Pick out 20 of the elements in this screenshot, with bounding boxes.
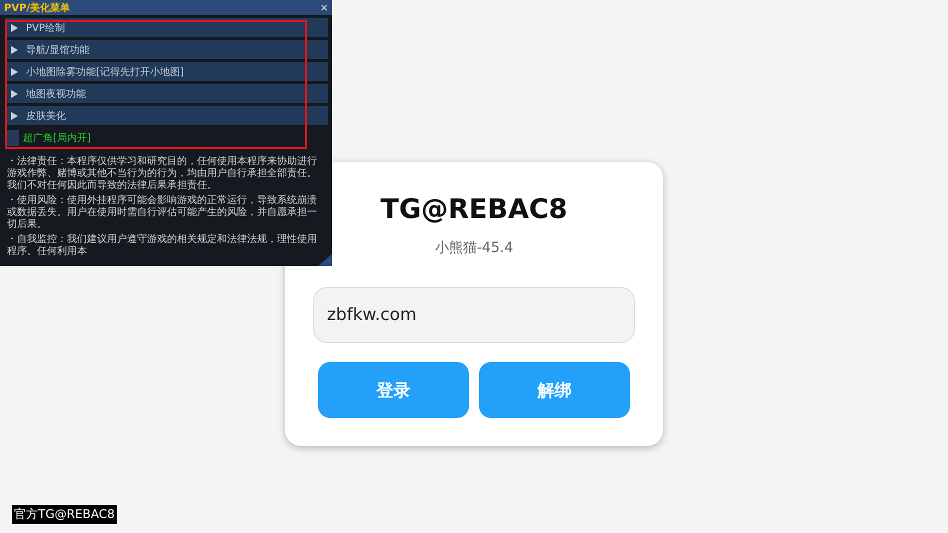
disclaimer-text: ・使用风险：使用外挂程序可能会影响游戏的正常运行，导致系统崩溃或数据丢失。用户在使用时需自行评估可能产生的风险，并自愿承担一切后果。 xyxy=(7,195,318,231)
menu-section[interactable]: 导航/显馆功能 xyxy=(5,40,328,59)
triangle-right-icon xyxy=(11,112,18,120)
menu-section[interactable]: 地图夜视功能 xyxy=(5,84,328,103)
disclaimer-text: ・自我监控：我们建议用户遵守游戏的相关规定和法律法规，理性使用程序。任何利用本 xyxy=(7,234,318,258)
triangle-right-icon xyxy=(11,68,18,76)
triangle-right-icon xyxy=(11,46,18,54)
triangle-right-icon xyxy=(11,90,18,98)
triangle-right-icon xyxy=(11,24,18,32)
menu-title: PVP/美化菜单 xyxy=(4,1,70,14)
version-label: 小熊猫-45.4 xyxy=(434,239,514,257)
footer-label: 官方TG@REBAC8 xyxy=(12,505,117,524)
menu-section[interactable]: 皮肤美化 xyxy=(5,106,328,125)
close-button[interactable]: × xyxy=(320,1,328,14)
input-field[interactable]: zbfkw.com xyxy=(313,287,635,343)
resize-grip-icon[interactable] xyxy=(318,254,332,266)
disclaimer-text: ・法律责任：本程序仅供学习和研究目的，任何使用本程序来协助进行游戏作弊、赌博或其他不当行为的行为，均由用户自行承担全部责任。我们不对任何因此而导致的法律后果承担责任。 xyxy=(7,156,318,192)
option-label: 超广角[局内开] xyxy=(23,132,91,145)
login-title: TG@REBAC8 xyxy=(380,194,568,225)
menu-section[interactable]: 小地图除雾功能[记得先打开小地图] xyxy=(5,62,328,81)
